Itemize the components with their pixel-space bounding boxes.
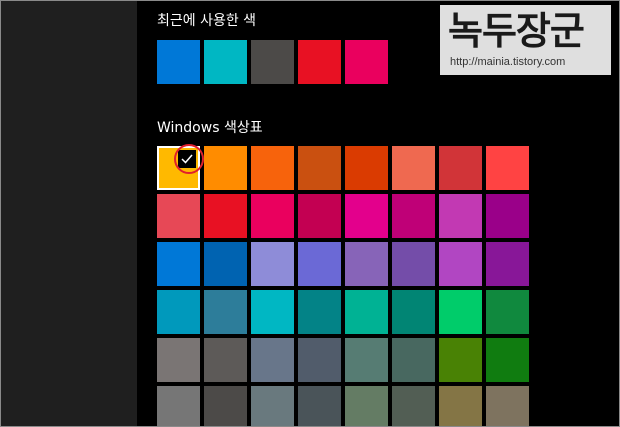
palette-color-swatch[interactable] [345, 290, 388, 334]
recent-color-swatch[interactable] [298, 40, 341, 84]
recent-colors-row [157, 40, 388, 84]
palette-color-swatch[interactable] [298, 290, 341, 334]
palette-color-swatch[interactable] [298, 146, 341, 190]
palette-color-swatch[interactable] [392, 194, 435, 238]
palette-color-swatch[interactable] [392, 386, 435, 426]
palette-color-swatch[interactable] [439, 338, 482, 382]
palette-color-swatch[interactable] [486, 290, 529, 334]
palette-color-swatch[interactable] [345, 242, 388, 286]
palette-color-swatch[interactable] [298, 338, 341, 382]
palette-color-swatch[interactable] [439, 194, 482, 238]
palette-color-swatch[interactable] [439, 242, 482, 286]
palette-color-swatch[interactable] [298, 242, 341, 286]
highlight-circle-annotation [174, 144, 204, 174]
palette-color-swatch[interactable] [486, 338, 529, 382]
palette-color-swatch[interactable] [204, 290, 247, 334]
color-settings-window: 최근에 사용한 색 Windows 색상표 녹두장군 http://mainia… [0, 0, 620, 427]
recent-color-swatch[interactable] [204, 40, 247, 84]
palette-color-swatch[interactable] [392, 338, 435, 382]
palette-color-swatch[interactable] [157, 386, 200, 426]
palette-color-swatch[interactable] [486, 146, 529, 190]
watermark-url: http://mainia.tistory.com [450, 56, 566, 68]
palette-color-swatch[interactable] [345, 194, 388, 238]
palette-color-swatch[interactable] [157, 242, 200, 286]
palette-color-swatch[interactable] [157, 194, 200, 238]
palette-color-swatch[interactable] [486, 242, 529, 286]
palette-color-swatch[interactable] [345, 386, 388, 426]
palette-color-swatch[interactable] [439, 386, 482, 426]
palette-color-swatch[interactable] [345, 338, 388, 382]
palette-color-swatch[interactable] [251, 146, 294, 190]
palette-color-swatch[interactable] [157, 290, 200, 334]
recent-color-swatch[interactable] [157, 40, 200, 84]
windows-palette-title: Windows 색상표 [157, 120, 263, 136]
palette-color-swatch[interactable] [204, 386, 247, 426]
palette-color-swatch[interactable] [251, 290, 294, 334]
palette-color-swatch[interactable] [392, 146, 435, 190]
windows-color-palette [157, 146, 529, 426]
palette-color-swatch[interactable] [251, 338, 294, 382]
palette-color-swatch[interactable] [392, 242, 435, 286]
palette-color-swatch[interactable] [251, 242, 294, 286]
watermark-badge: 녹두장군 http://mainia.tistory.com [440, 5, 611, 75]
settings-sidebar [1, 1, 137, 426]
palette-color-swatch[interactable] [204, 242, 247, 286]
palette-color-swatch[interactable] [392, 290, 435, 334]
recent-color-swatch[interactable] [345, 40, 388, 84]
palette-color-swatch[interactable] [204, 194, 247, 238]
palette-color-swatch[interactable] [298, 194, 341, 238]
palette-color-swatch[interactable] [439, 290, 482, 334]
recent-color-swatch[interactable] [251, 40, 294, 84]
palette-color-swatch[interactable] [298, 386, 341, 426]
palette-color-swatch[interactable] [157, 338, 200, 382]
recent-colors-title: 최근에 사용한 색 [157, 13, 257, 29]
palette-color-swatch[interactable] [486, 194, 529, 238]
palette-color-swatch[interactable] [204, 338, 247, 382]
palette-color-swatch[interactable] [439, 146, 482, 190]
palette-color-swatch[interactable] [204, 146, 247, 190]
palette-color-swatch[interactable] [345, 146, 388, 190]
palette-color-swatch[interactable] [251, 386, 294, 426]
watermark-title: 녹두장군 [448, 9, 585, 53]
palette-color-swatch[interactable] [486, 386, 529, 426]
palette-color-swatch[interactable] [251, 194, 294, 238]
